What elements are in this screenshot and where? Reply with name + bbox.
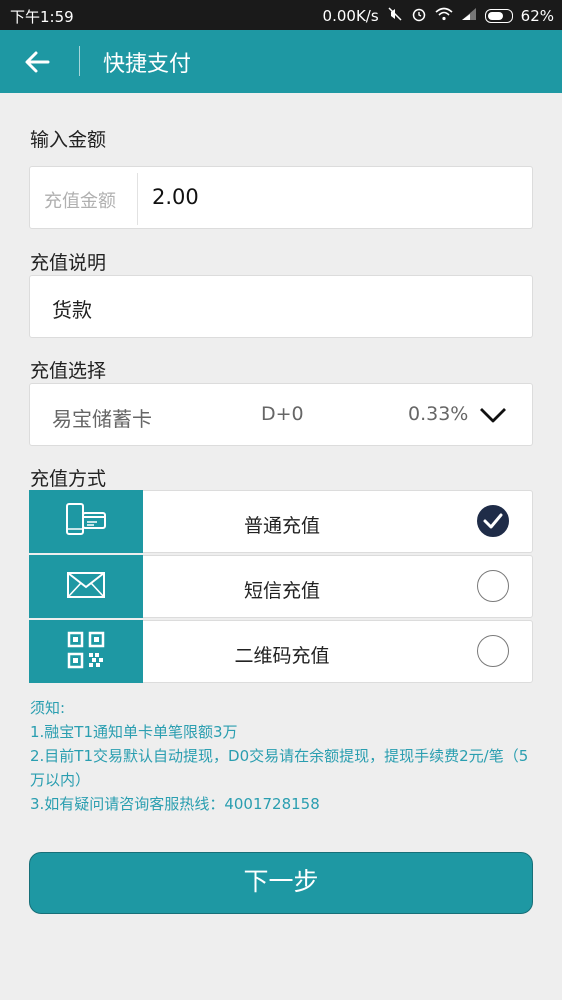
status-time: 下午1:59 (10, 8, 74, 26)
amount-field-separator (137, 173, 138, 225)
method-label: 普通充值 (243, 515, 320, 537)
channel-select[interactable]: 易宝储蓄卡 D+0 0.33% (29, 383, 533, 446)
description-section-label: 充值说明 (30, 252, 107, 274)
arrow-left-icon[interactable] (22, 44, 58, 80)
amount-section-label: 输入金额 (30, 129, 107, 151)
selection-section-label: 充值选择 (30, 360, 107, 382)
method-icon-box (29, 490, 143, 553)
card-phone-icon (64, 502, 108, 542)
method-label: 二维码充值 (234, 645, 330, 667)
radio-checked-icon[interactable] (477, 505, 509, 537)
qr-code-icon (67, 631, 105, 673)
alarm-icon (411, 6, 427, 26)
app-bar-divider (79, 46, 80, 76)
page-title: 快捷支付 (103, 52, 192, 77)
channel-rate: 0.33% (408, 403, 469, 425)
signal-icon (461, 7, 477, 25)
status-indicators: 0.00K/s 62% (323, 6, 554, 26)
description-field[interactable]: 货款 (29, 275, 533, 338)
notes-section: 须知: 1.融宝T1通知单卡单笔限额3万 2.目前T1交易默认自动提现，D0交易… (30, 696, 530, 816)
channel-settlement: D+0 (261, 403, 304, 425)
method-icon-box (29, 620, 143, 683)
method-section-label: 充值方式 (30, 468, 107, 490)
battery-icon (484, 9, 513, 23)
method-option-qrcode[interactable]: 二维码充值 (29, 620, 533, 683)
amount-input[interactable]: 2.00 (152, 185, 199, 209)
amount-field[interactable]: 充值金额 2.00 (29, 166, 533, 229)
note-item: 2.目前T1交易默认自动提现，D0交易请在余额提现，提现手续费2元/笔（5万以内… (30, 747, 529, 789)
network-speed: 0.00K/s (322, 7, 379, 25)
channel-bank: 易宝储蓄卡 (52, 407, 152, 431)
envelope-icon (66, 571, 106, 603)
method-option-sms[interactable]: 短信充值 (29, 555, 533, 618)
battery-level: 62% (520, 7, 554, 25)
note-item: 1.融宝T1通知单卡单笔限额3万 (30, 723, 238, 741)
method-icon-box (29, 555, 143, 618)
chevron-down-icon[interactable] (477, 402, 509, 428)
method-option-normal[interactable]: 普通充值 (29, 490, 533, 553)
mute-icon (387, 6, 403, 26)
app-bar: 快捷支付 (0, 30, 562, 93)
next-step-button[interactable]: 下一步 (29, 852, 533, 914)
notes-heading: 须知: (30, 699, 66, 717)
method-label: 短信充值 (243, 580, 320, 602)
description-input[interactable]: 货款 (52, 294, 92, 323)
status-bar: 下午1:59 0.00K/s 62% (0, 0, 562, 30)
amount-field-label: 充值金额 (44, 191, 116, 212)
note-item: 3.如有疑问请咨询客服热线：4001728158 (30, 795, 320, 813)
radio-unchecked-icon[interactable] (477, 635, 509, 667)
wifi-icon (435, 7, 453, 25)
radio-unchecked-icon[interactable] (477, 570, 509, 602)
